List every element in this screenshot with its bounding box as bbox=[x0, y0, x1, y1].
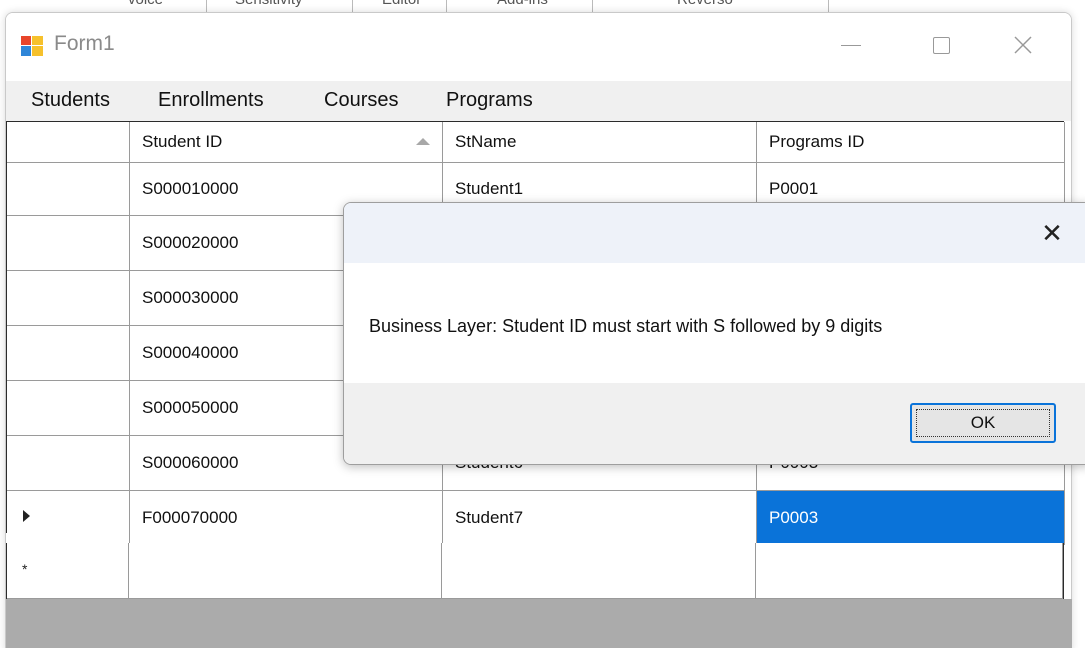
new-row: * bbox=[6, 543, 1064, 599]
cell-new-stname[interactable] bbox=[442, 543, 756, 599]
menu-enrollments[interactable]: Enrollments bbox=[158, 89, 264, 112]
cell-programs-id-selected[interactable]: P0003 bbox=[757, 491, 1065, 545]
menu-programs[interactable]: Programs bbox=[446, 89, 533, 112]
ribbon-editor: Editor bbox=[382, 0, 421, 8]
app-icon bbox=[21, 36, 43, 56]
dialog-body: Business Layer: Student ID must start wi… bbox=[344, 263, 1085, 383]
dialog-close-button[interactable]: ✕ bbox=[1032, 213, 1072, 253]
close-icon bbox=[1014, 36, 1032, 54]
column-header-programs-id[interactable]: Programs ID bbox=[757, 122, 1065, 163]
close-icon: ✕ bbox=[1041, 217, 1063, 248]
menu-bar: Students Enrollments Courses Programs bbox=[6, 81, 1071, 121]
dialog-title-bar[interactable]: ✕ bbox=[344, 203, 1085, 263]
row-header-new[interactable]: * bbox=[7, 543, 129, 599]
menu-students[interactable]: Students bbox=[31, 89, 110, 112]
maximize-icon bbox=[932, 36, 950, 54]
dialog-footer: OK bbox=[344, 383, 1085, 464]
column-header-label: Programs ID bbox=[769, 132, 865, 151]
title-bar[interactable]: Form1 bbox=[6, 13, 1071, 75]
new-row-asterisk-icon: * bbox=[22, 561, 28, 577]
grid-empty-area bbox=[6, 599, 1072, 648]
cell-new-programs-id[interactable] bbox=[756, 543, 1063, 599]
ribbon-voice: voice bbox=[128, 0, 163, 8]
ribbon-reverso: Reverso bbox=[677, 0, 733, 8]
column-header-label: StName bbox=[455, 132, 517, 151]
column-header-student-id[interactable]: Student ID bbox=[130, 122, 443, 163]
focus-rectangle bbox=[916, 409, 1050, 437]
dialog-message: Business Layer: Student ID must start wi… bbox=[369, 316, 883, 336]
close-button[interactable] bbox=[993, 27, 1053, 63]
grid-corner-header[interactable] bbox=[7, 122, 130, 163]
window-title: Form1 bbox=[54, 32, 115, 55]
row-header-current[interactable] bbox=[7, 491, 130, 545]
ribbon-sensitivity: Sensitivity bbox=[235, 0, 303, 8]
column-header-label: Student ID bbox=[142, 132, 223, 151]
ribbon-add-ins: Add-ins bbox=[497, 0, 548, 8]
row-header[interactable] bbox=[7, 271, 130, 326]
ok-button[interactable]: OK bbox=[910, 403, 1056, 443]
cell-stname[interactable]: Student7 bbox=[443, 491, 757, 545]
row-header[interactable] bbox=[7, 436, 130, 491]
row-header[interactable] bbox=[7, 326, 130, 381]
column-header-stname[interactable]: StName bbox=[443, 122, 757, 163]
cell-new-student-id[interactable] bbox=[129, 543, 442, 599]
row-header[interactable] bbox=[7, 163, 130, 216]
row-header[interactable] bbox=[7, 381, 130, 436]
current-row-arrow-icon bbox=[23, 510, 30, 522]
sort-ascending-icon bbox=[416, 138, 430, 145]
maximize-button[interactable] bbox=[911, 27, 971, 63]
cell-student-id[interactable]: F000070000 bbox=[130, 491, 443, 545]
menu-courses[interactable]: Courses bbox=[324, 89, 398, 112]
minimize-icon bbox=[841, 44, 861, 46]
message-box-dialog: ✕ Business Layer: Student ID must start … bbox=[343, 202, 1085, 465]
row-header[interactable] bbox=[7, 216, 130, 271]
minimize-button[interactable] bbox=[821, 27, 881, 63]
